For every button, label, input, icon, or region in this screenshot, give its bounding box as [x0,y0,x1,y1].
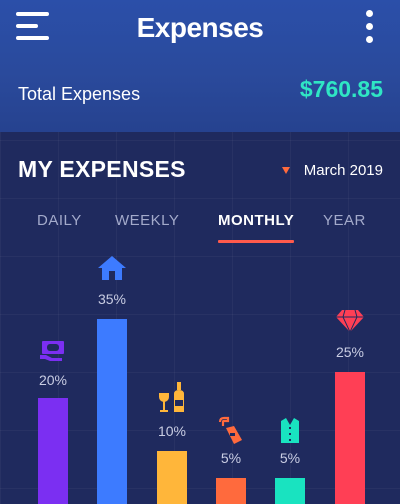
tab-daily[interactable]: DAILY [37,212,82,229]
app-title: Expenses [136,12,264,43]
total-expenses-label: Total Expenses [18,84,141,104]
more-options-icon[interactable] [366,10,374,44]
section-title: MY EXPENSES [18,156,186,182]
month-dropdown[interactable]: March 2019 [281,162,383,179]
app-header: Expenses Total Expenses $760.85 [0,0,400,132]
expenses-panel: MY EXPENSES March 2019 DAILY WEEKLY MONT… [0,132,400,504]
total-expenses-amount: $760.85 [299,76,383,102]
tab-weekly[interactable]: WEEKLY [115,212,179,229]
tab-year[interactable]: YEAR [323,212,366,229]
period-tabs: DAILY WEEKLY MONTHLY YEAR [0,212,400,246]
month-label: March 2019 [303,162,383,179]
tab-active-indicator [218,240,294,243]
triangle-down-icon [281,167,290,174]
tab-monthly[interactable]: MONTHLY [218,212,294,229]
